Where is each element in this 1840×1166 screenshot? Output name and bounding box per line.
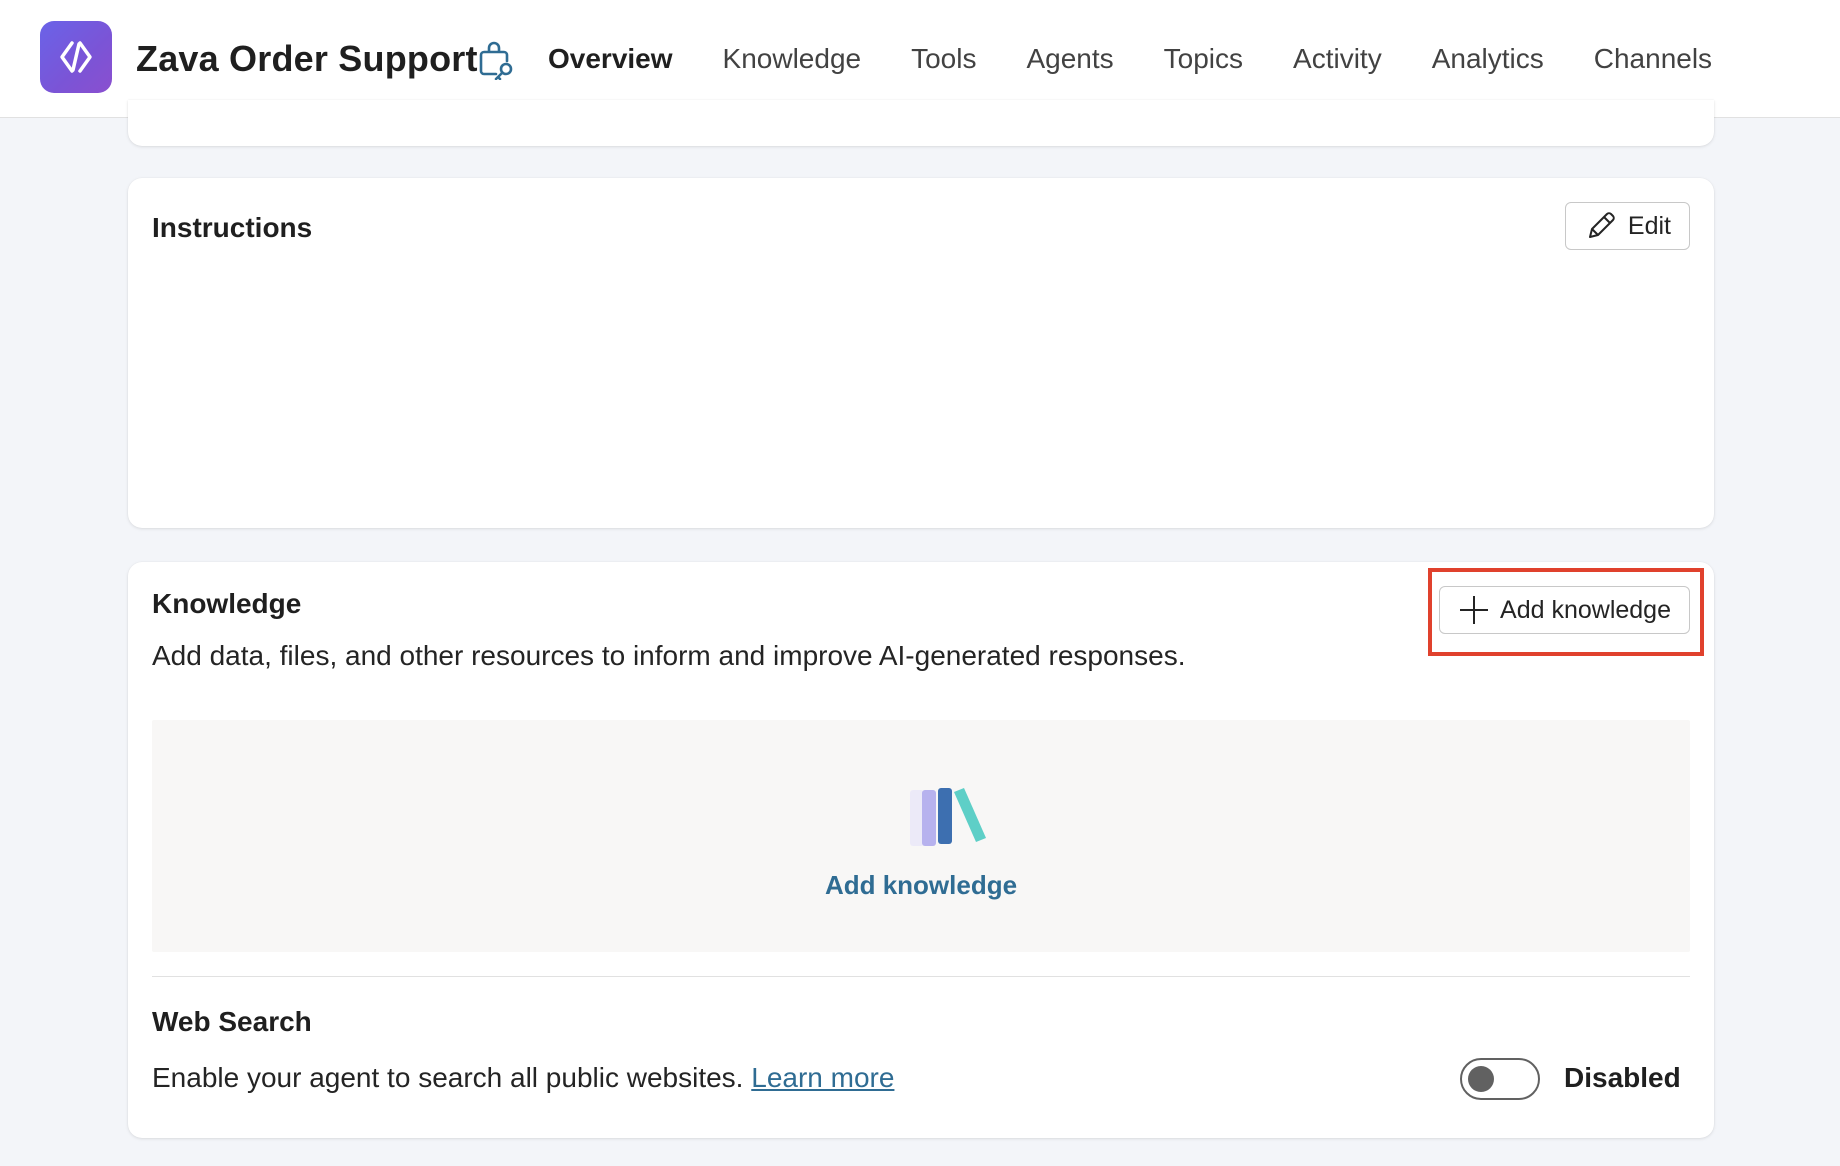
web-search-status: Disabled [1564, 1062, 1681, 1093]
knowledge-card: Knowledge Add data, files, and other res… [128, 562, 1714, 1138]
knowledge-description: Add data, files, and other resources to … [152, 640, 1186, 671]
learn-more-link[interactable]: Learn more [751, 1062, 894, 1093]
knowledge-title: Knowledge [152, 588, 302, 619]
instructions-title: Instructions [152, 212, 313, 243]
section-divider [152, 976, 1690, 977]
instructions-card: Instructions Edit [128, 178, 1714, 528]
web-search-description: Enable your agent to search all public w… [152, 1062, 894, 1094]
edit-label: Edit [1627, 211, 1671, 240]
add-knowledge-button[interactable]: Add knowledge [1439, 586, 1690, 634]
books-icon [910, 788, 986, 846]
web-search-toggle[interactable] [1460, 1058, 1540, 1100]
add-knowledge-label: Add knowledge [1500, 595, 1671, 624]
plus-icon [1460, 596, 1489, 624]
previous-card [128, 100, 1714, 146]
code-brackets-icon [60, 41, 92, 73]
add-knowledge-link[interactable]: Add knowledge [152, 870, 1690, 901]
edit-instructions-button[interactable]: Edit [1564, 202, 1690, 250]
agent-key-icon[interactable] [478, 40, 516, 81]
agent-name: Zava Order Support [136, 38, 478, 79]
web-search-text: Enable your agent to search all public w… [152, 1062, 752, 1093]
toggle-knob [1468, 1066, 1494, 1092]
app-logo[interactable] [40, 21, 112, 93]
knowledge-empty-state: Add knowledge [152, 720, 1690, 952]
pencil-icon [1588, 212, 1615, 238]
web-search-title: Web Search [152, 1006, 312, 1037]
